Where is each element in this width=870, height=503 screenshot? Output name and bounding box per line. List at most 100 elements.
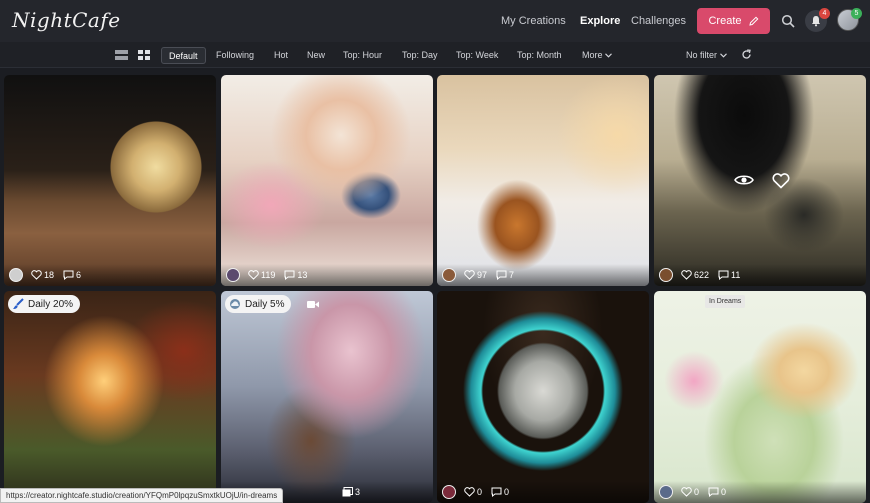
creator-avatar[interactable] [659, 268, 673, 282]
card-footer: 0 0 [437, 481, 649, 503]
comment-icon [496, 270, 507, 280]
avatar-badge: 5 [851, 8, 862, 19]
card-footer: 18 6 [4, 264, 216, 286]
pencil-icon [748, 16, 758, 26]
heart-icon [464, 487, 475, 497]
card-footer: 0 0 [654, 481, 866, 503]
heart-icon[interactable] [772, 173, 790, 189]
like-count: 119 [261, 270, 276, 280]
filter-new[interactable]: New [307, 50, 325, 60]
card-footer: 119 13 [221, 264, 433, 286]
creation-card[interactable]: 0 0 [437, 291, 649, 503]
filter-top-month[interactable]: Top: Month [517, 50, 562, 60]
comment-stat[interactable]: 0 [491, 487, 509, 497]
no-filter-dropdown[interactable]: No filter [686, 50, 727, 60]
hover-actions [734, 173, 790, 189]
daily-challenge-pill[interactable]: Daily 20% [8, 295, 81, 313]
brush-icon [13, 298, 24, 309]
image-count: 3 [354, 487, 360, 497]
collection-stat[interactable]: 3 [342, 487, 360, 497]
comment-count: 11 [731, 270, 741, 280]
creation-image [221, 291, 433, 503]
creator-avatar[interactable] [9, 268, 23, 282]
filter-top-hour[interactable]: Top: Hour [343, 50, 382, 60]
refresh-icon[interactable] [741, 49, 752, 60]
comment-stat[interactable]: 7 [496, 270, 514, 280]
creation-card[interactable]: 119 13 [221, 75, 433, 286]
comment-icon [491, 487, 502, 497]
comment-count: 7 [509, 270, 515, 280]
heart-icon [31, 270, 42, 280]
creator-avatar[interactable] [659, 485, 673, 499]
like-stat[interactable]: 119 [248, 270, 275, 280]
nav-my-creations[interactable]: My Creations [501, 15, 566, 27]
create-label: Create [708, 15, 742, 27]
creation-card[interactable]: 622 11 [654, 75, 866, 286]
creation-image [4, 291, 216, 503]
heart-icon [681, 270, 692, 280]
creation-card[interactable]: 97 7 [437, 75, 649, 286]
like-stat[interactable]: 97 [464, 270, 487, 280]
eye-icon[interactable] [734, 173, 754, 187]
like-count: 0 [694, 487, 700, 497]
like-stat[interactable]: 0 [464, 487, 482, 497]
comment-icon [708, 487, 719, 497]
filter-default[interactable]: Default [161, 47, 206, 64]
filter-top-week[interactable]: Top: Week [456, 50, 498, 60]
creation-image [437, 291, 649, 503]
like-count: 0 [477, 487, 483, 497]
comment-count: 0 [504, 487, 510, 497]
comment-stat[interactable]: 13 [284, 270, 307, 280]
top-nav: NightCafe My Creations Explore Challenge… [0, 0, 870, 42]
nav-challenges[interactable]: Challenges [631, 15, 686, 27]
filter-more-label: More [582, 50, 603, 60]
chevron-down-icon [605, 53, 612, 58]
like-stat[interactable]: 622 [681, 270, 709, 280]
comment-count: 0 [721, 487, 727, 497]
nav-explore[interactable]: Explore [580, 15, 620, 27]
daily-challenge-pill[interactable]: Daily 5% [225, 295, 292, 313]
creation-card[interactable]: 0 0 [654, 291, 866, 503]
filter-top-day[interactable]: Top: Day [402, 50, 438, 60]
comment-icon [284, 270, 295, 280]
creation-card[interactable]: Daily 20% [4, 291, 216, 503]
comment-stat[interactable]: 6 [63, 270, 81, 280]
like-count: 97 [477, 270, 488, 280]
search-icon [781, 14, 795, 28]
comment-icon [63, 270, 74, 280]
chevron-down-icon [719, 53, 727, 58]
creation-card[interactable]: 18 6 [4, 75, 216, 286]
filter-following[interactable]: Following [216, 50, 254, 60]
comment-stat[interactable]: 11 [718, 270, 740, 280]
list-view-icon[interactable] [115, 50, 128, 60]
create-button[interactable]: Create [697, 8, 770, 34]
comment-count: 6 [76, 270, 82, 280]
video-icon [307, 301, 319, 308]
creation-card[interactable]: Daily 5% 3 [221, 291, 433, 503]
filter-hot[interactable]: Hot [274, 50, 288, 60]
like-stat[interactable]: 18 [31, 270, 54, 280]
nightcafe-logo[interactable]: NightCafe [12, 8, 121, 32]
search-button[interactable] [779, 12, 797, 30]
comment-stat[interactable]: 0 [708, 487, 726, 497]
card-footer: 622 11 [654, 264, 866, 286]
heart-icon [248, 270, 259, 280]
creation-image [4, 75, 216, 286]
cloud-icon [230, 299, 240, 309]
images-icon [342, 487, 353, 497]
creator-avatar[interactable] [442, 485, 456, 499]
creation-image [437, 75, 649, 286]
grid-view-icon[interactable] [138, 50, 150, 60]
creator-avatar[interactable] [226, 268, 240, 282]
creator-avatar[interactable] [442, 268, 456, 282]
in-dreams-tag: In Dreams [705, 295, 746, 308]
like-stat[interactable]: 0 [681, 487, 699, 497]
filter-more[interactable]: More [582, 50, 612, 60]
filter-bar: Default Following Hot New Top: Hour Top:… [0, 42, 870, 68]
like-count: 18 [44, 270, 55, 280]
creation-image [654, 291, 866, 503]
link-status-bar: https://creator.nightcafe.studio/creatio… [0, 488, 284, 503]
creation-image [221, 75, 433, 286]
no-filter-label: No filter [686, 50, 718, 60]
card-footer: 97 7 [437, 264, 649, 286]
